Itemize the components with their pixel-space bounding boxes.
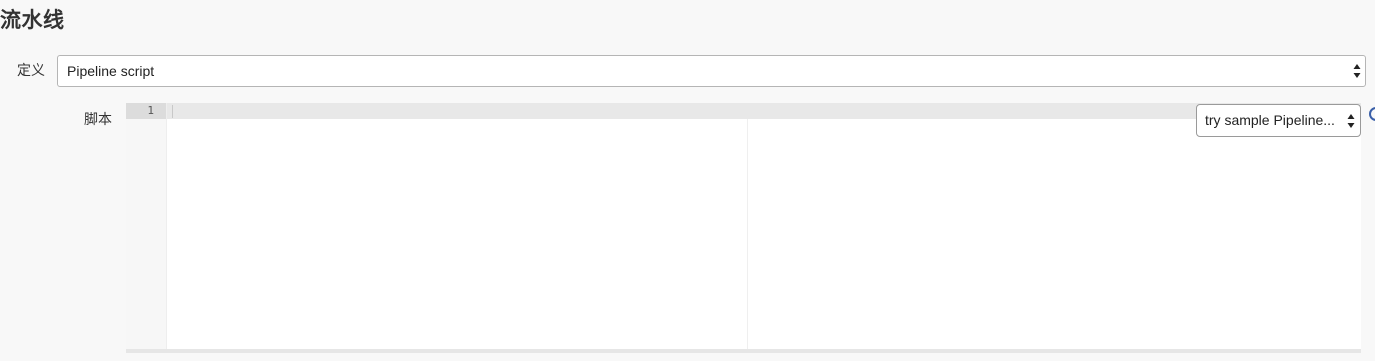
sample-pipeline-select[interactable]: try sample Pipeline... xyxy=(1196,104,1361,137)
editor-gutter xyxy=(126,103,167,349)
definition-label: 定义 xyxy=(17,63,45,79)
pipeline-config-page: 流水线 定义 Pipeline script 脚本 1 try sample P… xyxy=(0,0,1375,361)
script-label: 脚本 xyxy=(84,112,112,128)
line-number: 1 xyxy=(126,103,166,119)
sample-pipeline-select-value: try sample Pipeline... xyxy=(1205,112,1335,128)
definition-select[interactable]: Pipeline script xyxy=(57,55,1366,87)
up-down-arrows-icon xyxy=(1353,64,1361,78)
section-title: 流水线 xyxy=(0,8,65,32)
active-line-highlight xyxy=(167,103,1361,119)
script-editor[interactable]: 1 xyxy=(126,103,1361,353)
print-margin xyxy=(747,119,748,349)
text-cursor xyxy=(172,105,173,118)
up-down-arrows-icon xyxy=(1347,114,1355,128)
help-icon[interactable] xyxy=(1369,107,1375,121)
definition-select-value: Pipeline script xyxy=(67,63,155,79)
